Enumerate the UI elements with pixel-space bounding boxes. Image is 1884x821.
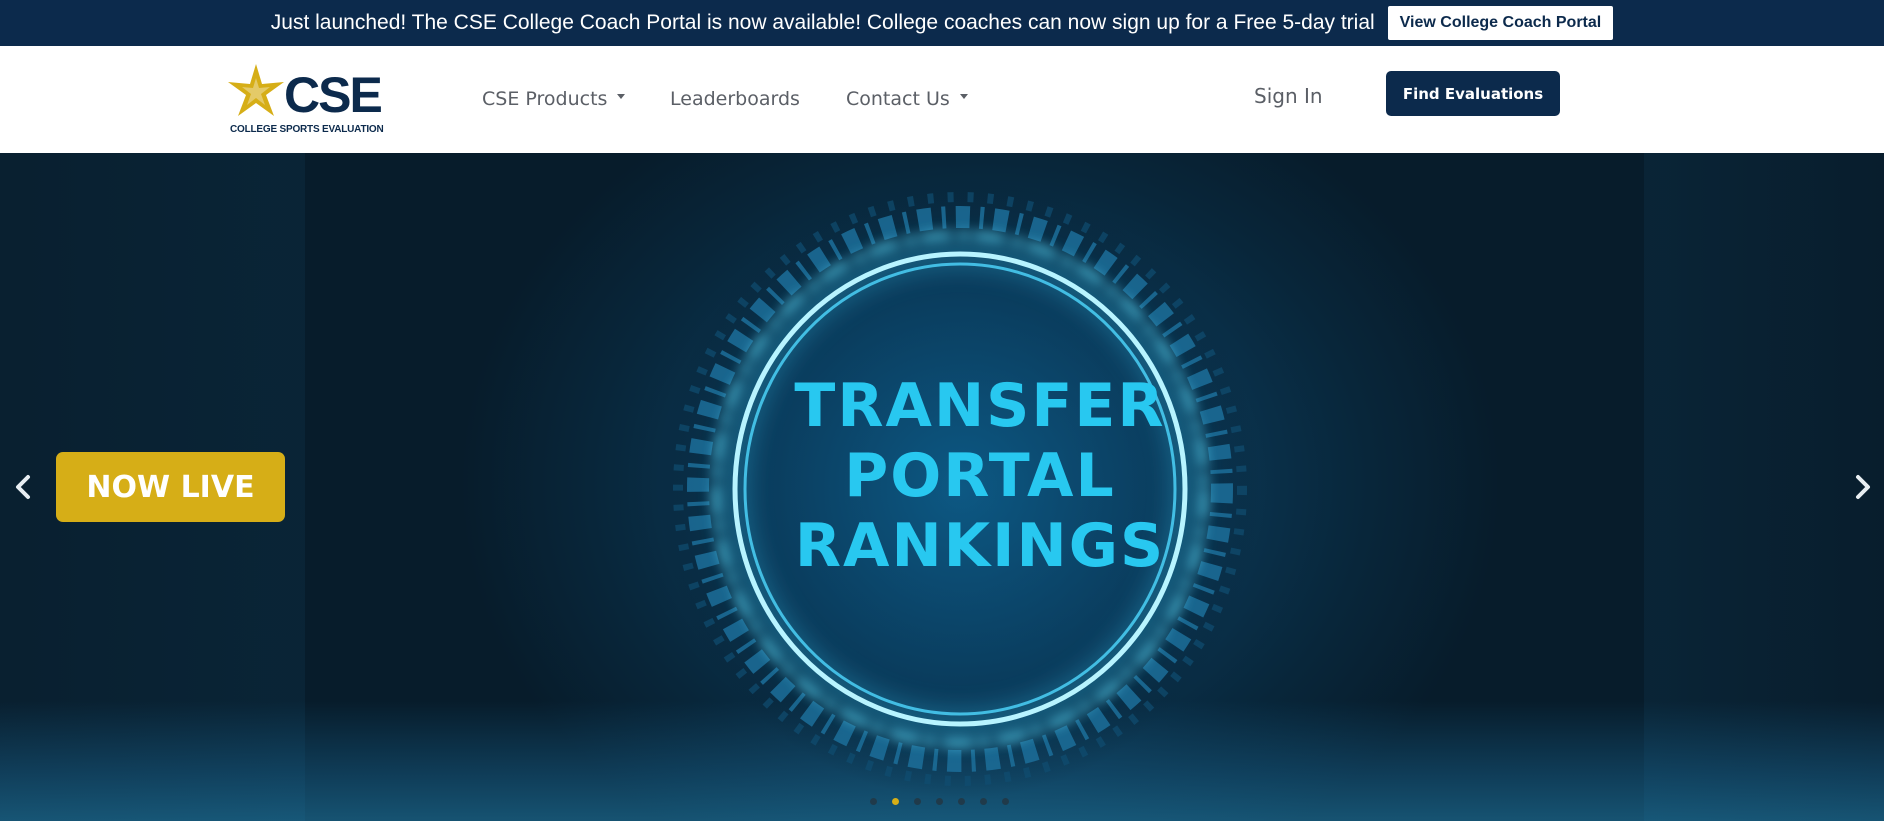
slider-dot[interactable] <box>870 798 877 805</box>
hero-slider: TRANSFER PORTAL RANKINGS NOW LIVE <box>0 153 1884 821</box>
chevron-right-icon[interactable] <box>1848 465 1878 509</box>
slider-dot[interactable] <box>936 798 943 805</box>
hero-title: TRANSFER PORTAL RANKINGS <box>780 371 1180 581</box>
nav-cse-products-label: CSE Products <box>482 88 608 110</box>
chevron-left-icon[interactable] <box>8 465 38 509</box>
slider-dot-active[interactable] <box>892 798 899 805</box>
nav-contact-us-label: Contact Us <box>846 88 950 110</box>
hero-title-line: PORTAL <box>844 441 1116 511</box>
nav-leaderboards[interactable]: Leaderboards <box>670 88 800 110</box>
caret-down-icon <box>617 94 626 99</box>
nav-cse-products[interactable]: CSE Products <box>482 88 626 110</box>
announcement-banner: Just launched! The CSE College Coach Por… <box>0 0 1884 46</box>
slider-dots <box>870 798 1009 805</box>
announcement-text: Just launched! The CSE College Coach Por… <box>270 11 1375 34</box>
slider-dot[interactable] <box>980 798 987 805</box>
nav-leaderboards-label: Leaderboards <box>670 88 800 110</box>
slider-dot[interactable] <box>958 798 965 805</box>
view-coach-portal-button[interactable]: View College Coach Portal <box>1387 6 1614 40</box>
logo-subtitle: COLLEGE SPORTS EVALUATION <box>230 124 384 135</box>
main-navbar: CSE COLLEGE SPORTS EVALUATION CSE Produc… <box>0 46 1884 153</box>
hero-title-line: RANKINGS <box>794 511 1166 581</box>
slider-dot[interactable] <box>914 798 921 805</box>
now-live-badge[interactable]: NOW LIVE <box>56 452 285 522</box>
nav-contact-us[interactable]: Contact Us <box>846 88 968 110</box>
hero-title-line: TRANSFER <box>794 371 1166 441</box>
sign-in-link[interactable]: Sign In <box>1254 84 1323 108</box>
find-evaluations-button[interactable]: Find Evaluations <box>1386 71 1560 116</box>
logo-wordmark: CSE <box>284 67 383 123</box>
caret-down-icon <box>959 94 968 99</box>
slider-dot[interactable] <box>1002 798 1009 805</box>
cse-logo[interactable]: CSE COLLEGE SPORTS EVALUATION <box>228 60 388 138</box>
star-logo-icon <box>228 64 284 116</box>
